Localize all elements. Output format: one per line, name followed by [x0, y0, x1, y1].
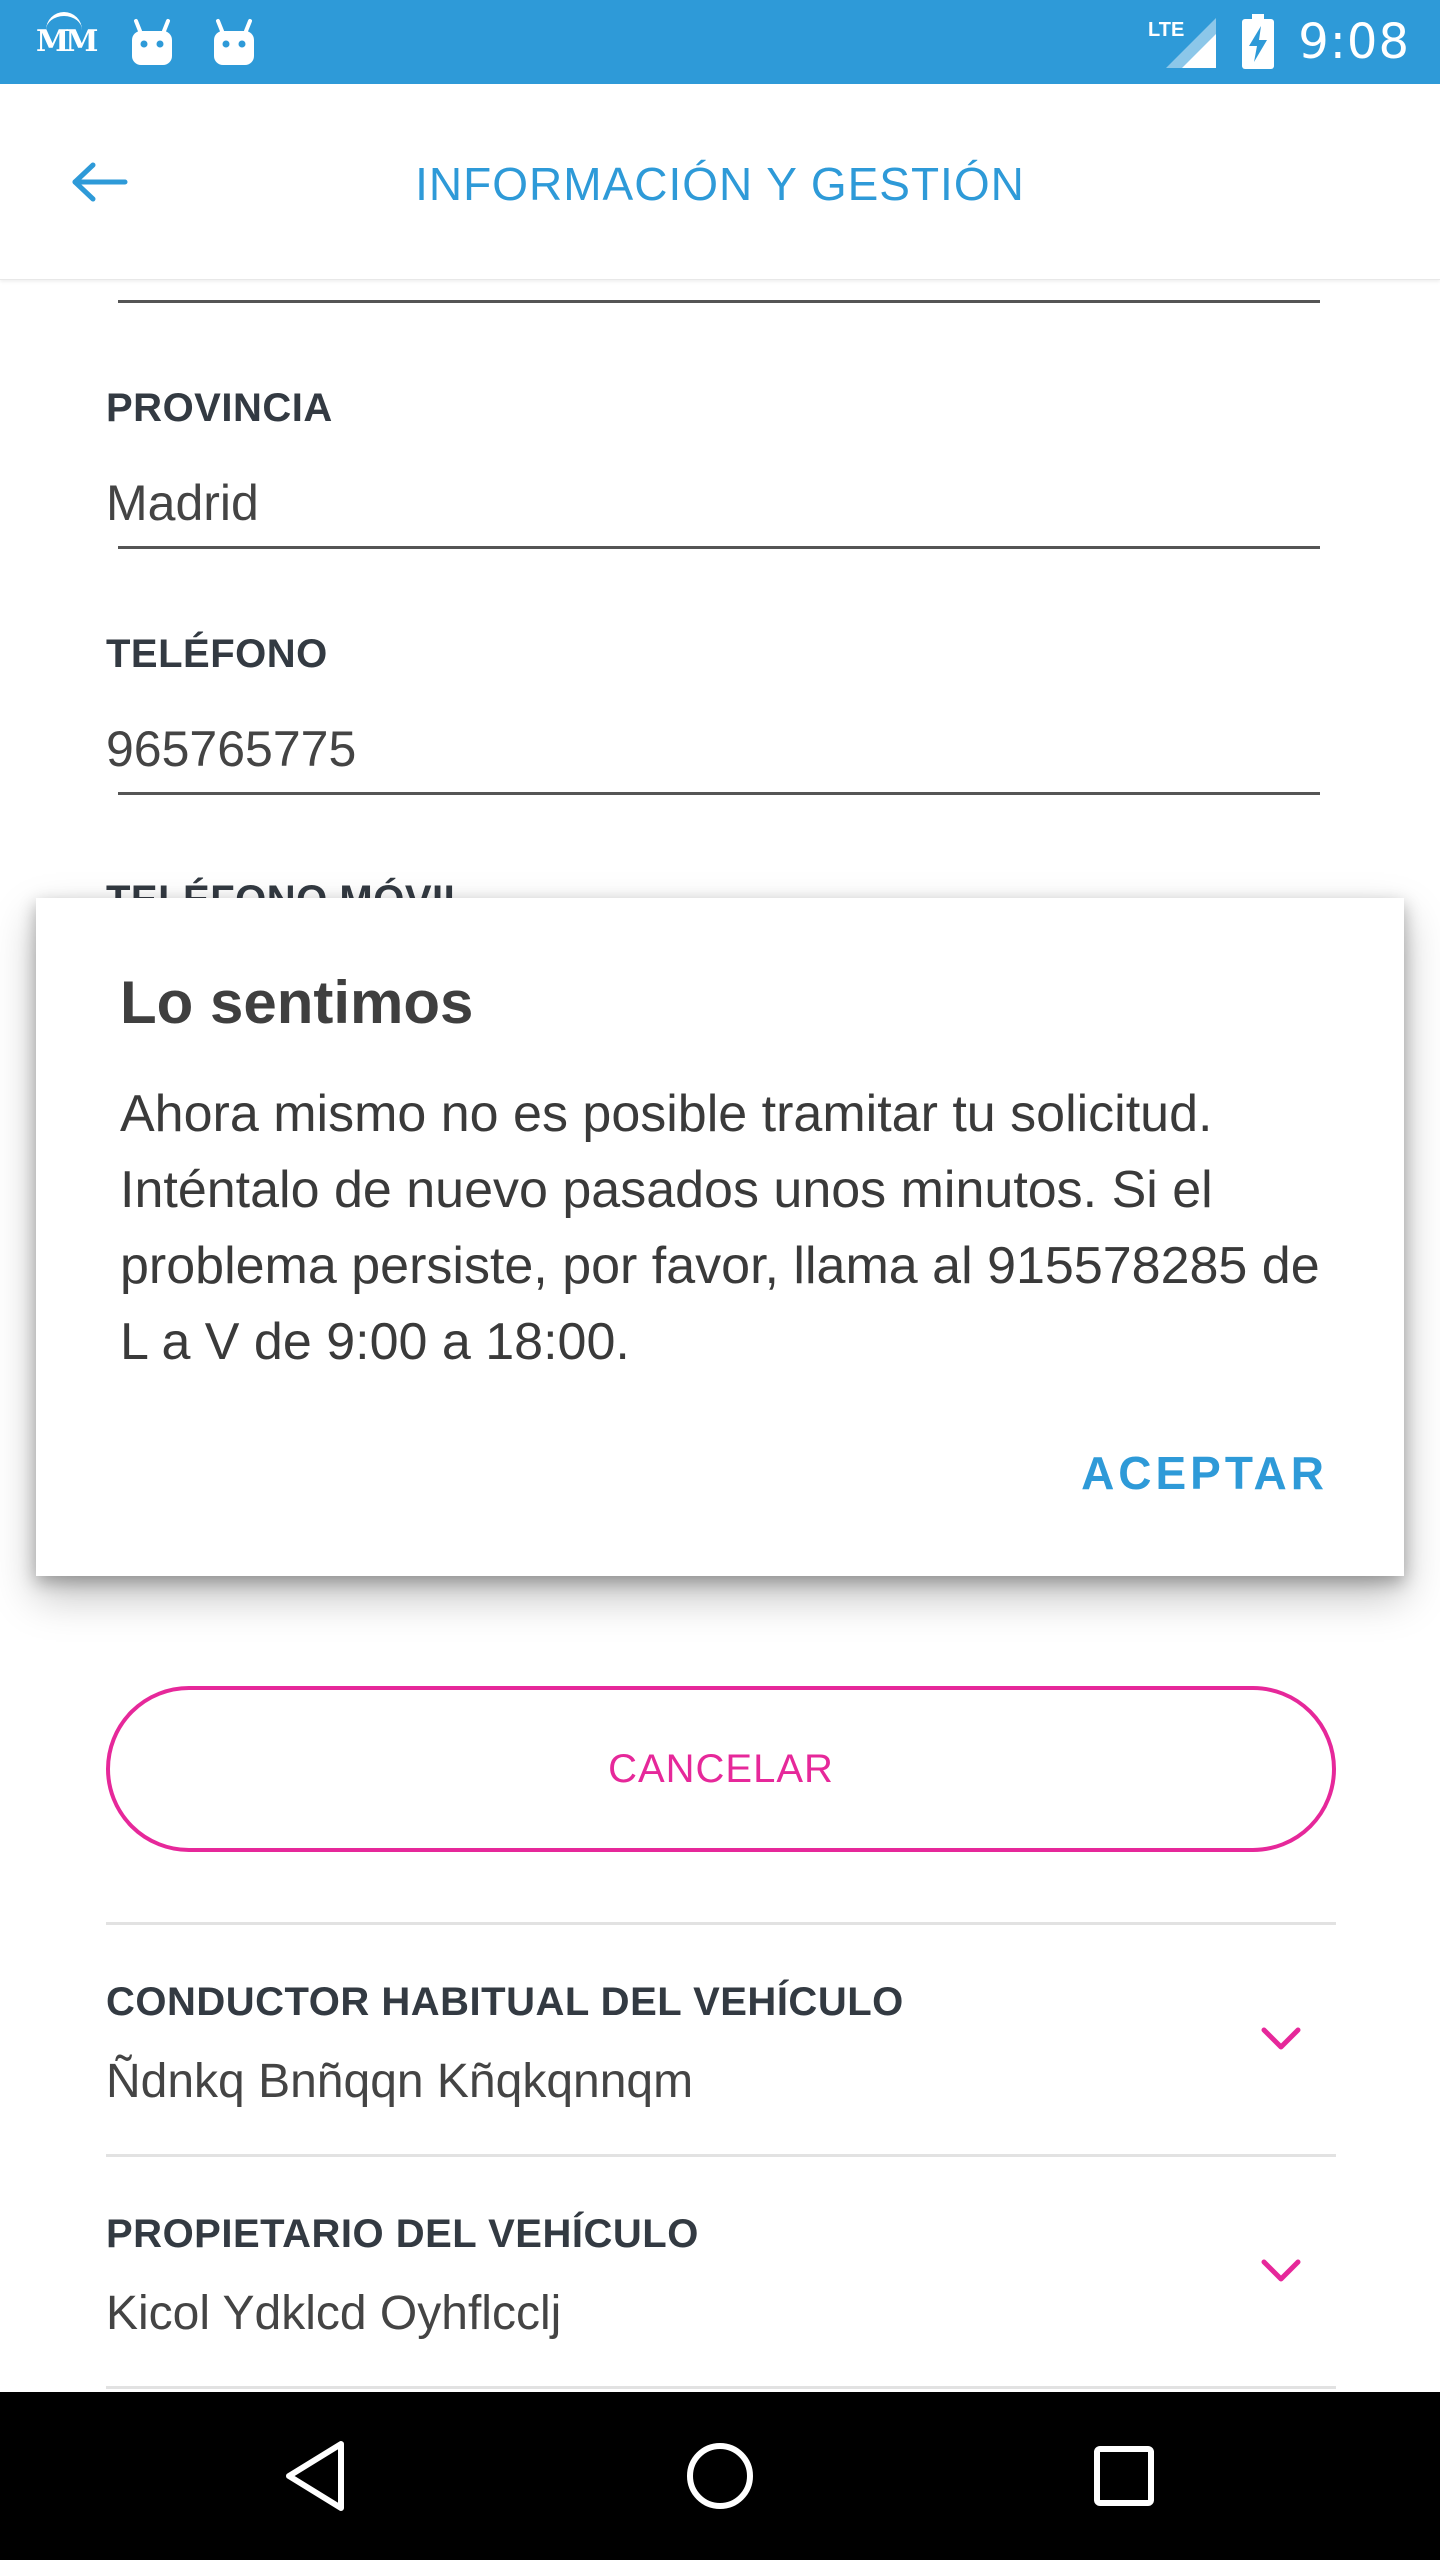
- cancel-button[interactable]: CANCELAR: [106, 1686, 1336, 1852]
- nav-home-button[interactable]: [680, 2436, 760, 2516]
- vehicle-owner-value: Kicol Ydklcd Oyhflcclj: [106, 2287, 562, 2340]
- postal-code-underline: [118, 300, 1320, 303]
- android-icon: [214, 19, 254, 65]
- nav-back-button[interactable]: [276, 2436, 356, 2516]
- triangle-back-icon: [286, 2441, 344, 2511]
- vehicle-owner-title: PROPIETARIO DEL VEHÍCULO: [106, 2212, 699, 2256]
- screen: MM LTE 9:08 INFORMACIÓN Y GESTIÓN PROVIN…: [0, 0, 1440, 2560]
- phone-field[interactable]: 965765775: [106, 720, 356, 778]
- habitual-driver-value: Ñdnkq Bnñqqn Kñqkqnnqm: [106, 2055, 694, 2108]
- phone-label: TELÉFONO: [106, 632, 328, 676]
- battery-charging-icon: [1242, 14, 1275, 69]
- chevron-down-icon[interactable]: [1256, 2020, 1306, 2060]
- system-icons: LTE 9:08: [1148, 10, 1410, 74]
- dialog-title: Lo sentimos: [120, 969, 474, 1036]
- android-icon: [132, 19, 172, 65]
- app-header: INFORMACIÓN Y GESTIÓN: [0, 84, 1440, 280]
- habitual-driver-title: CONDUCTOR HABITUAL DEL VEHÍCULO: [106, 1980, 904, 2024]
- dialog-message: Ahora mismo no es posible tramitar tu so…: [120, 1085, 1320, 1371]
- chevron-down-icon[interactable]: [1256, 2252, 1306, 2292]
- province-underline: [118, 546, 1320, 549]
- page-title: INFORMACIÓN Y GESTIÓN: [415, 158, 1025, 210]
- network-label: LTE: [1148, 19, 1184, 41]
- accept-button[interactable]: ACEPTAR: [1081, 1446, 1328, 1500]
- mm-logo-icon: MM: [36, 12, 98, 64]
- status-bar: MM LTE 9:08: [0, 0, 1440, 84]
- section-divider: [106, 2386, 1336, 2389]
- province-field[interactable]: Madrid: [106, 474, 259, 532]
- nav-recents-button[interactable]: [1084, 2436, 1164, 2516]
- phone-underline: [118, 792, 1320, 795]
- lte-signal-icon: LTE: [1148, 18, 1217, 68]
- circle-home-icon: [687, 2443, 753, 2509]
- error-dialog: Lo sentimos Ahora mismo no es posible tr…: [36, 898, 1404, 1576]
- square-recents-icon: [1094, 2446, 1154, 2506]
- navigation-bar: [0, 2392, 1440, 2560]
- notification-icons: MM: [36, 12, 256, 70]
- section-divider: [106, 2154, 1336, 2157]
- section-divider: [106, 1922, 1336, 1925]
- clock: 9:08: [1298, 14, 1410, 70]
- province-label: PROVINCIA: [106, 386, 333, 430]
